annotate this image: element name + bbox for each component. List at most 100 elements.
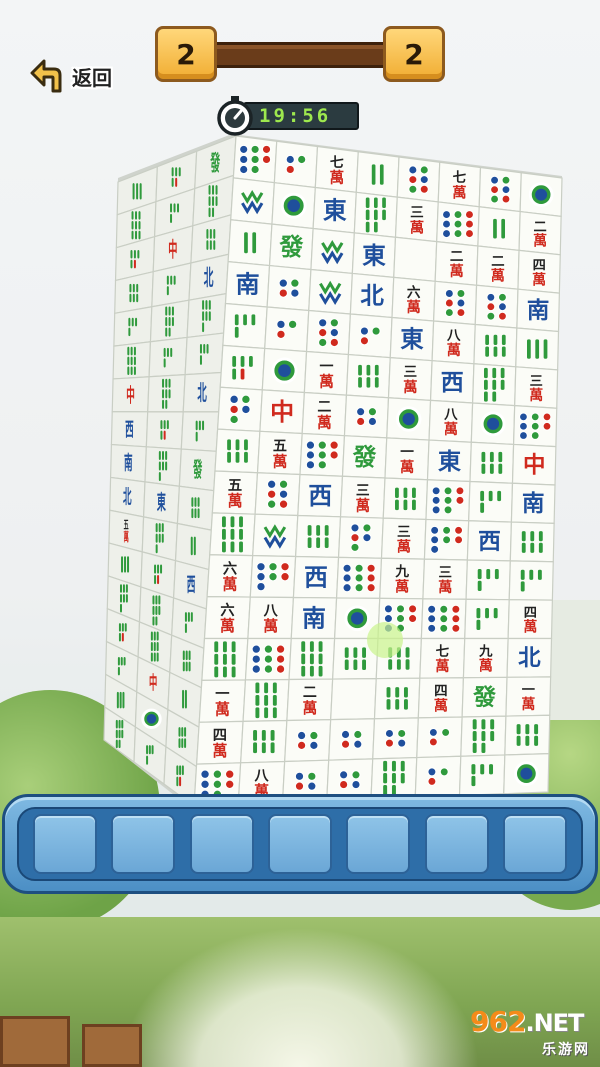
mahjong-tile[interactable]: 一萬	[505, 676, 552, 717]
mahjong-tile[interactable]	[288, 637, 336, 681]
mahjong-tile[interactable]: 一萬	[384, 437, 430, 481]
mahjong-tile[interactable]	[465, 559, 511, 601]
mahjong-tile[interactable]	[232, 135, 278, 184]
mahjong-tile[interactable]: 一萬	[303, 350, 350, 396]
mahjong-tile[interactable]	[242, 678, 290, 722]
mahjong-tile[interactable]	[335, 556, 383, 599]
mahjong-tile[interactable]: 四萬	[417, 677, 465, 719]
mahjong-tile[interactable]: 七萬	[437, 161, 482, 208]
mahjong-tile[interactable]	[353, 191, 398, 238]
mahjong-tile[interactable]: 七萬	[314, 145, 359, 193]
mahjong-tile[interactable]	[113, 306, 153, 347]
mahjong-tile[interactable]: 二萬	[434, 240, 479, 286]
mahjong-tile[interactable]: 南	[224, 260, 271, 308]
mahjong-tile[interactable]	[214, 428, 261, 474]
mahjong-tile[interactable]	[308, 268, 353, 315]
mahjong-tile[interactable]	[416, 716, 463, 759]
mahjong-tile[interactable]	[252, 513, 299, 558]
mahjong-tile[interactable]: 南	[516, 288, 560, 333]
tray-slot[interactable]	[346, 814, 411, 874]
mahjong-tile[interactable]	[425, 479, 471, 522]
mahjong-tile[interactable]	[519, 172, 563, 218]
mahjong-tile[interactable]: 南	[290, 596, 338, 640]
mahjong-tile[interactable]	[299, 432, 346, 477]
mahjong-tile[interactable]	[244, 637, 292, 681]
mahjong-tile[interactable]	[254, 472, 301, 517]
mahjong-tile[interactable]	[284, 719, 332, 763]
mahjong-tile[interactable]: 西	[292, 555, 340, 599]
mahjong-tile[interactable]: 西	[466, 520, 513, 562]
mahjong-tile[interactable]	[343, 394, 390, 439]
mahjong-tile[interactable]: 發	[461, 676, 508, 718]
mahjong-tile[interactable]	[264, 306, 310, 353]
mahjong-tile[interactable]	[201, 637, 249, 681]
mahjong-tile[interactable]	[184, 332, 225, 376]
mahjong-tile[interactable]: 三萬	[339, 475, 386, 519]
mahjong-tile[interactable]: 三萬	[387, 356, 433, 402]
mahjong-tile[interactable]	[473, 323, 518, 368]
mahjong-tile[interactable]	[372, 717, 419, 760]
mahjong-tile[interactable]: 東	[312, 186, 357, 234]
mahjong-tile[interactable]	[458, 754, 506, 797]
mahjong-tile[interactable]	[222, 302, 268, 350]
tray-slot[interactable]	[189, 814, 254, 874]
mahjong-tile[interactable]: 北	[349, 272, 395, 319]
mahjong-tile[interactable]: 八萬	[431, 320, 476, 365]
mahjong-tile[interactable]: 發	[341, 435, 388, 479]
mahjong-tile[interactable]	[147, 373, 186, 413]
mahjong-tile[interactable]	[477, 206, 521, 252]
mahjong-tile[interactable]	[433, 280, 478, 326]
mahjong-tile[interactable]	[503, 753, 550, 795]
mahjong-tile[interactable]: 西	[429, 360, 475, 404]
mahjong-tile[interactable]: 東	[389, 316, 435, 362]
mahjong-tile[interactable]	[209, 512, 256, 557]
mahjong-tile[interactable]	[273, 140, 319, 189]
mahjong-tile[interactable]: 四萬	[195, 720, 244, 765]
mahjong-tile[interactable]: 中	[259, 389, 306, 435]
mahjong-tile[interactable]	[508, 560, 554, 601]
mahjong-tile[interactable]: 南	[109, 443, 147, 483]
mahjong-tile[interactable]: 六萬	[391, 276, 436, 322]
mahjong-tile[interactable]: 中	[111, 376, 150, 413]
mahjong-tile[interactable]: 六萬	[206, 554, 254, 598]
mahjong-tile[interactable]: 九萬	[462, 637, 509, 679]
mahjong-tile[interactable]	[149, 299, 190, 343]
mahjong-tile[interactable]: 三萬	[394, 196, 439, 243]
mahjong-tile[interactable]	[186, 292, 227, 339]
mahjong-tile[interactable]	[180, 411, 220, 452]
mahjong-tile[interactable]	[144, 446, 182, 487]
mahjong-tile[interactable]	[436, 201, 480, 247]
mahjong-tile[interactable]	[472, 363, 517, 407]
mahjong-tile[interactable]: 東	[142, 481, 181, 525]
mahjong-tile[interactable]	[249, 555, 297, 599]
mahjong-tile[interactable]	[470, 402, 516, 446]
mahjong-tile[interactable]: 三萬	[514, 366, 559, 409]
mahjong-tile[interactable]	[266, 264, 312, 312]
mahjong-tile[interactable]: 六萬	[203, 596, 251, 640]
mahjong-tile[interactable]	[240, 719, 288, 764]
mahjong-tile[interactable]: 九萬	[379, 557, 426, 600]
mahjong-tile[interactable]	[294, 514, 342, 558]
mahjong-tile[interactable]: 五萬	[211, 470, 259, 515]
mahjong-tile[interactable]	[227, 219, 273, 267]
mahjong-tile[interactable]	[469, 441, 515, 484]
mahjong-tile[interactable]: 南	[510, 482, 556, 524]
tray-slot[interactable]	[424, 814, 489, 874]
mahjong-tile[interactable]: 七萬	[419, 637, 466, 679]
mahjong-tile[interactable]	[515, 327, 560, 371]
mahjong-tile[interactable]: 發	[178, 448, 217, 492]
mahjong-tile[interactable]	[347, 313, 393, 359]
mahjong-tile[interactable]: 四萬	[517, 249, 561, 294]
back-button[interactable]: 返回	[30, 56, 142, 96]
mahjong-tile[interactable]	[271, 182, 316, 230]
mahjong-tile[interactable]	[474, 284, 519, 329]
mahjong-tile[interactable]	[310, 227, 355, 275]
mahjong-tile[interactable]	[420, 598, 467, 640]
mahjong-tile[interactable]	[393, 236, 438, 282]
mahjong-tile[interactable]: 西	[297, 473, 344, 518]
mahjong-tile[interactable]	[330, 678, 377, 721]
mahjong-tile[interactable]: 東	[426, 439, 472, 483]
tray-slot[interactable]	[33, 814, 97, 874]
mahjong-tile[interactable]	[509, 521, 555, 563]
mahjong-tile[interactable]	[328, 718, 376, 761]
